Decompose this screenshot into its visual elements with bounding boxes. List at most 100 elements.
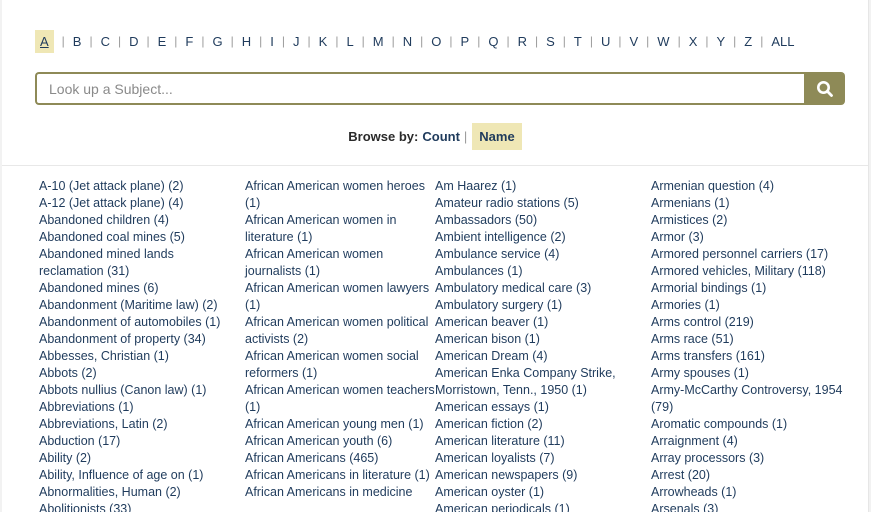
subject-link[interactable]: Armor (3) xyxy=(651,229,851,246)
subject-link[interactable]: Ability, Influence of age on (1) xyxy=(39,467,239,484)
letter-all[interactable]: ALL xyxy=(771,31,794,52)
subject-link[interactable]: American beaver (1) xyxy=(435,314,647,331)
letter-o[interactable]: O xyxy=(431,31,441,52)
subject-link[interactable]: Abnormalities, Human (2) xyxy=(39,484,239,501)
letter-h[interactable]: H xyxy=(242,31,251,52)
subject-link[interactable]: Arsenals (3) xyxy=(651,501,851,512)
subject-link[interactable]: Abandonment of property (34) xyxy=(39,331,239,348)
subject-link[interactable]: African American women social reformers … xyxy=(245,348,437,382)
browse-by-name[interactable]: Name xyxy=(472,122,522,150)
subject-link[interactable]: Amateur radio stations (5) xyxy=(435,195,647,212)
search-button[interactable] xyxy=(804,72,845,105)
letter-d[interactable]: D xyxy=(129,31,138,52)
letter-y[interactable]: Y xyxy=(716,31,725,52)
subject-link[interactable]: Abandoned coal mines (5) xyxy=(39,229,239,246)
subject-link[interactable]: Abolitionists (33) xyxy=(39,501,239,512)
subject-link[interactable]: Armenians (1) xyxy=(651,195,851,212)
subject-link[interactable]: Abandoned children (4) xyxy=(39,212,239,229)
subject-link[interactable]: American oyster (1) xyxy=(435,484,647,501)
subject-link[interactable]: African American women journalists (1) xyxy=(245,246,437,280)
subject-link[interactable]: Ambient intelligence (2) xyxy=(435,229,647,246)
letter-r[interactable]: R xyxy=(518,31,527,52)
letter-p[interactable]: P xyxy=(461,31,470,52)
subject-link[interactable]: African American women political activis… xyxy=(245,314,437,348)
letter-q[interactable]: Q xyxy=(488,31,498,52)
subject-link[interactable]: Abbots (2) xyxy=(39,365,239,382)
subject-link[interactable]: American periodicals (1) xyxy=(435,501,647,512)
letter-w[interactable]: W xyxy=(657,31,669,52)
subject-link[interactable]: American Dream (4) xyxy=(435,348,647,365)
subject-link[interactable]: American loyalists (7) xyxy=(435,450,647,467)
letter-a[interactable]: A xyxy=(35,29,54,53)
subject-link[interactable]: Arms control (219) xyxy=(651,314,851,331)
subject-link[interactable]: Abbreviations, Latin (2) xyxy=(39,416,239,433)
subject-link[interactable]: Armored vehicles, Military (118) xyxy=(651,263,851,280)
letter-m[interactable]: M xyxy=(373,31,384,52)
letter-j[interactable]: J xyxy=(293,31,300,52)
letter-z[interactable]: Z xyxy=(744,31,752,52)
subject-link[interactable]: Abandoned mined lands reclamation (31) xyxy=(39,246,239,280)
subject-link[interactable]: American bison (1) xyxy=(435,331,647,348)
subject-link[interactable]: Array processors (3) xyxy=(651,450,851,467)
subject-link[interactable]: African American young men (1) xyxy=(245,416,437,433)
subject-link[interactable]: Ambulances (1) xyxy=(435,263,647,280)
letter-b[interactable]: B xyxy=(73,31,82,52)
letter-e[interactable]: E xyxy=(158,31,167,52)
subject-link[interactable]: American fiction (2) xyxy=(435,416,647,433)
subject-link[interactable]: Arrowheads (1) xyxy=(651,484,851,501)
subject-link[interactable]: African American women heroes (1) xyxy=(245,178,437,212)
subject-link[interactable]: African Americans in literature (1) xyxy=(245,467,437,484)
subject-link[interactable]: Armories (1) xyxy=(651,297,851,314)
subject-link[interactable]: American literature (11) xyxy=(435,433,647,450)
subject-link[interactable]: Am Haarez (1) xyxy=(435,178,647,195)
letter-n[interactable]: N xyxy=(403,31,412,52)
subject-link[interactable]: Armenian question (4) xyxy=(651,178,851,195)
subject-link[interactable]: Abandonment of automobiles (1) xyxy=(39,314,239,331)
browse-by-count[interactable]: Count xyxy=(422,129,460,144)
subject-link[interactable]: Arms race (51) xyxy=(651,331,851,348)
letter-f[interactable]: F xyxy=(185,31,193,52)
subject-link[interactable]: Ability (2) xyxy=(39,450,239,467)
subject-link[interactable]: American essays (1) xyxy=(435,399,647,416)
subject-link[interactable]: Aromatic compounds (1) xyxy=(651,416,851,433)
subject-link[interactable]: Army-McCarthy Controversy, 1954 (79) xyxy=(651,382,851,416)
letter-i[interactable]: I xyxy=(270,31,274,52)
subject-link[interactable]: A-10 (Jet attack plane) (2) xyxy=(39,178,239,195)
subject-link[interactable]: Armistices (2) xyxy=(651,212,851,229)
subject-link[interactable]: Abduction (17) xyxy=(39,433,239,450)
letter-s[interactable]: S xyxy=(546,31,555,52)
subject-link[interactable]: Army spouses (1) xyxy=(651,365,851,382)
subject-link[interactable]: Arrest (20) xyxy=(651,467,851,484)
subject-link[interactable]: Arraignment (4) xyxy=(651,433,851,450)
subject-link[interactable]: Abbreviations (1) xyxy=(39,399,239,416)
subject-link[interactable]: African American women teachers (1) xyxy=(245,382,437,416)
subject-link[interactable]: African American women lawyers (1) xyxy=(245,280,437,314)
letter-v[interactable]: V xyxy=(629,31,638,52)
subject-link[interactable]: African Americans in medicine xyxy=(245,484,437,501)
letter-k[interactable]: K xyxy=(319,31,328,52)
subject-link[interactable]: African American women in literature (1) xyxy=(245,212,437,246)
subject-link[interactable]: Ambulance service (4) xyxy=(435,246,647,263)
letter-u[interactable]: U xyxy=(601,31,610,52)
letter-l[interactable]: L xyxy=(346,31,353,52)
subject-link[interactable]: Abandonment (Maritime law) (2) xyxy=(39,297,239,314)
subject-link[interactable]: American Enka Company Strike, Morristown… xyxy=(435,365,647,399)
letter-x[interactable]: X xyxy=(689,31,698,52)
subject-link[interactable]: Ambassadors (50) xyxy=(435,212,647,229)
subject-link[interactable]: Armored personnel carriers (17) xyxy=(651,246,851,263)
subject-link[interactable]: African Americans (465) xyxy=(245,450,437,467)
subject-link[interactable]: American newspapers (9) xyxy=(435,467,647,484)
subject-link[interactable]: Armorial bindings (1) xyxy=(651,280,851,297)
letter-g[interactable]: G xyxy=(213,31,223,52)
subject-link[interactable]: Arms transfers (161) xyxy=(651,348,851,365)
subject-link[interactable]: Abandoned mines (6) xyxy=(39,280,239,297)
subject-link[interactable]: A-12 (Jet attack plane) (4) xyxy=(39,195,239,212)
letter-t[interactable]: T xyxy=(574,31,582,52)
subject-link[interactable]: Ambulatory surgery (1) xyxy=(435,297,647,314)
letter-c[interactable]: C xyxy=(101,31,110,52)
subject-link[interactable]: African American youth (6) xyxy=(245,433,437,450)
subject-link[interactable]: Abbesses, Christian (1) xyxy=(39,348,239,365)
subject-search-input[interactable] xyxy=(35,72,804,105)
subject-link[interactable]: Abbots nullius (Canon law) (1) xyxy=(39,382,239,399)
subject-link[interactable]: Ambulatory medical care (3) xyxy=(435,280,647,297)
